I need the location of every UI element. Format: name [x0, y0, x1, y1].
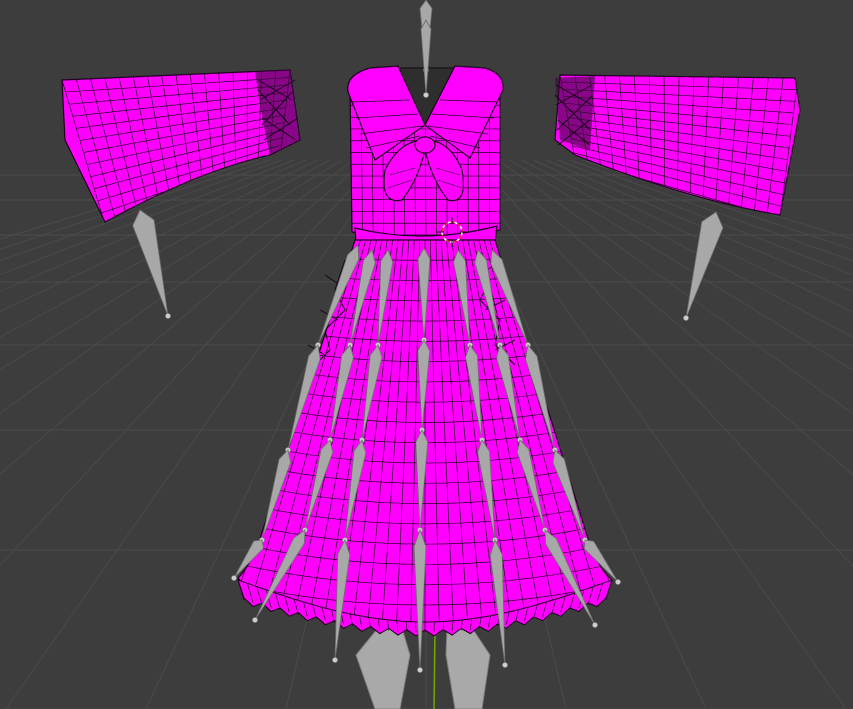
right-sleeve	[554, 74, 801, 216]
z-axis-line	[433, 629, 436, 709]
3d-viewport[interactable]	[0, 0, 853, 709]
left-sleeve	[61, 69, 301, 223]
leg-bones	[355, 627, 491, 709]
viewport-scene	[0, 0, 853, 709]
